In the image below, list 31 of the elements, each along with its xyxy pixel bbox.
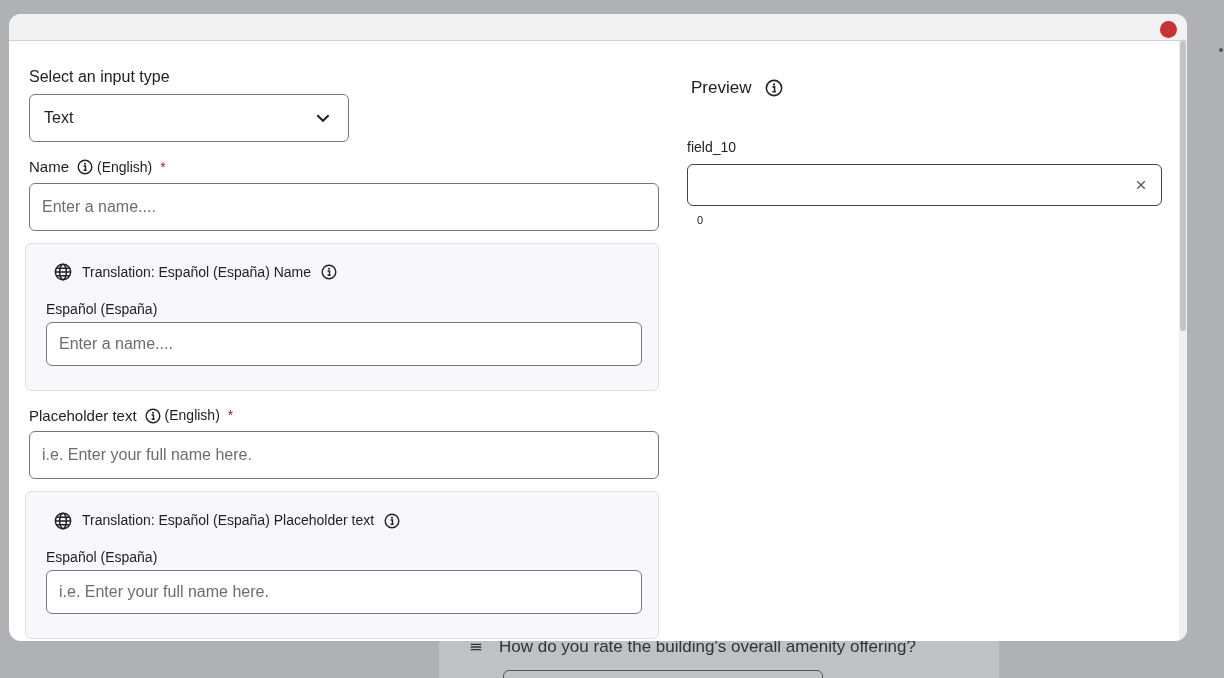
character-count: 0 <box>697 212 705 228</box>
info-icon <box>144 407 161 424</box>
globe-icon <box>54 263 72 281</box>
field-label: field_10 <box>687 137 738 157</box>
text-input[interactable]: Enter a name.... <box>46 321 642 366</box>
text-input[interactable]: i.e. Enter your full name here. <box>46 570 642 614</box>
language-label: (English) <box>164 406 220 426</box>
info-icon <box>77 159 93 176</box>
close-icon <box>1135 178 1147 191</box>
translation-title: Translation: Español (España) Placeholder text <box>82 511 375 530</box>
field-label: Español (España) <box>46 548 159 567</box>
required-mark: * <box>227 406 234 426</box>
input-type-select[interactable]: Text <box>29 94 349 142</box>
field-label: Español (España) <box>46 299 159 319</box>
text-input[interactable]: i.e. Enter your full name here. <box>29 431 659 479</box>
globe-icon <box>54 511 72 530</box>
info-icon <box>384 512 401 529</box>
info-icon <box>765 78 784 97</box>
text-input[interactable]: Enter a name.... <box>29 182 659 231</box>
info-icon <box>321 264 338 280</box>
dot-icon <box>1219 48 1223 52</box>
translation-title: Translation: Español (España) Name <box>82 262 312 282</box>
preview-title: Preview <box>691 77 752 99</box>
question-text: How do you rate the building's overall amenity offering? <box>499 636 916 658</box>
language-label: (English) <box>97 157 153 177</box>
required-mark: * <box>160 157 166 177</box>
preview-input[interactable] <box>687 163 1162 206</box>
field-label: Name <box>29 157 69 177</box>
field-label: Placeholder text <box>29 405 137 426</box>
field-label: Select an input type <box>29 67 171 87</box>
close-button[interactable] <box>1160 21 1177 38</box>
